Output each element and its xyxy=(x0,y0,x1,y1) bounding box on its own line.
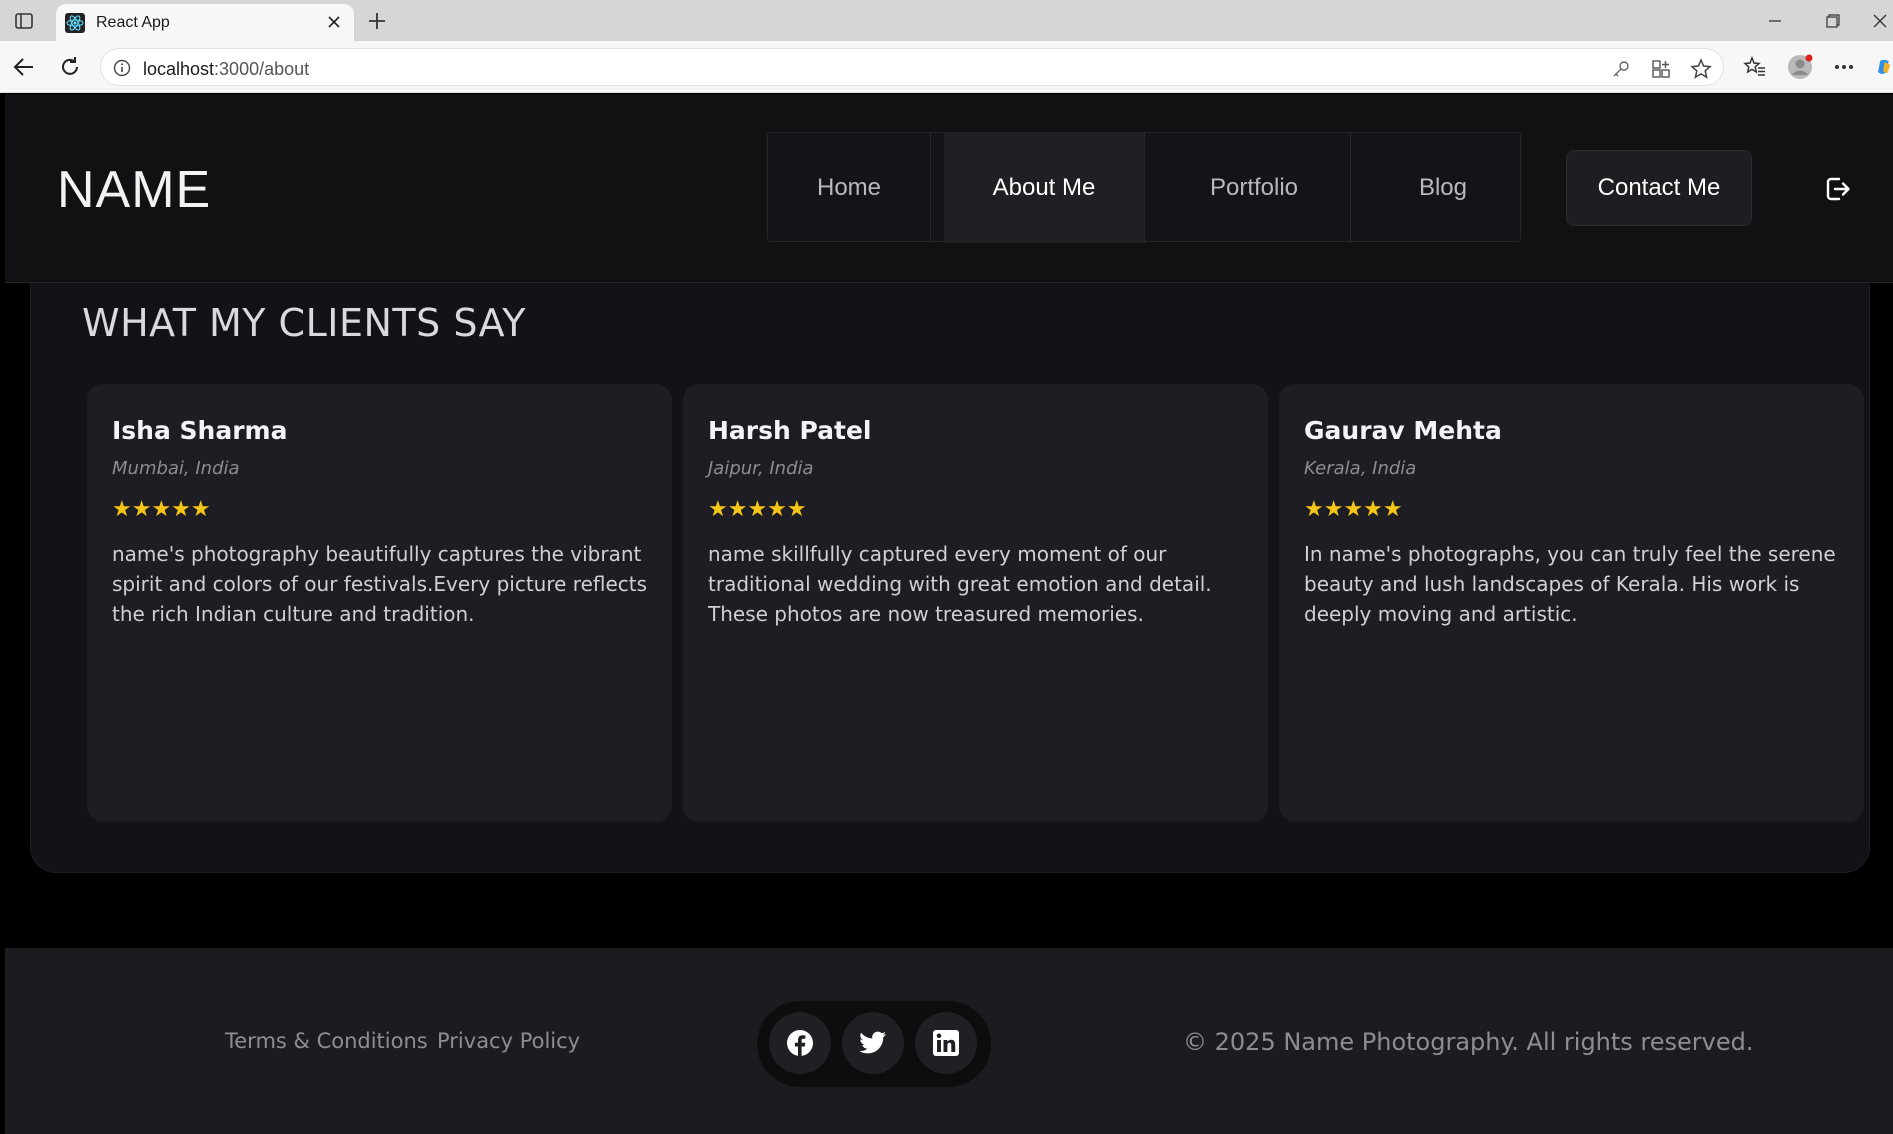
window-close-icon[interactable] xyxy=(1873,8,1893,34)
back-icon[interactable] xyxy=(10,53,38,81)
minimize-icon[interactable] xyxy=(1761,8,1789,34)
react-favicon xyxy=(65,13,85,33)
client-location: Jaipur, India xyxy=(708,458,814,479)
nav-about[interactable]: About Me xyxy=(944,133,1145,243)
address-bar: localhost:3000/about xyxy=(0,41,1893,93)
testimonial-text: name's photography beautifully captures … xyxy=(112,542,648,626)
testimonial-card: Harsh Patel Jaipur, India ★★★★★ name ski… xyxy=(683,384,1268,822)
contact-button[interactable]: Contact Me xyxy=(1566,150,1752,226)
testimonial-card: Isha Sharma Mumbai, India ★★★★★ name's p… xyxy=(87,384,672,822)
client-name: Isha Sharma xyxy=(112,416,288,445)
url-field[interactable]: localhost:3000/about xyxy=(100,48,1724,86)
nav-links: Home About Me Portfolio Blog xyxy=(767,132,1522,243)
key-icon[interactable] xyxy=(1610,58,1632,80)
twitter-icon[interactable] xyxy=(842,1012,904,1074)
tab-title: React App xyxy=(96,14,170,31)
reload-icon[interactable] xyxy=(56,53,84,81)
copyright-text: © 2025 Name Photography. All rights rese… xyxy=(1183,1028,1754,1056)
nav-blog[interactable]: Blog xyxy=(1364,133,1522,243)
testimonial-card: Gaurav Mehta Kerala, India ★★★★★ In name… xyxy=(1279,384,1864,822)
more-icon[interactable] xyxy=(1831,54,1857,80)
nav-portfolio[interactable]: Portfolio xyxy=(1158,133,1351,243)
star-rating: ★★★★★ xyxy=(708,496,807,521)
sidebar-toggle-icon[interactable] xyxy=(12,10,36,32)
close-icon[interactable] xyxy=(324,12,344,32)
site-logo[interactable]: NAME xyxy=(57,160,211,220)
testimonials-section: WHAT MY CLIENTS SAY Isha Sharma Mumbai, … xyxy=(30,283,1870,873)
client-location: Kerala, India xyxy=(1304,458,1417,479)
nav-home[interactable]: Home xyxy=(768,133,931,243)
client-name: Harsh Patel xyxy=(708,416,872,445)
linkedin-icon[interactable] xyxy=(915,1012,977,1074)
facebook-icon[interactable] xyxy=(769,1012,831,1074)
restore-icon[interactable] xyxy=(1819,8,1847,34)
privacy-link[interactable]: Privacy Policy xyxy=(437,1029,580,1053)
star-rating: ★★★★★ xyxy=(1304,496,1403,521)
client-location: Mumbai, India xyxy=(112,458,240,479)
copilot-icon[interactable] xyxy=(1876,54,1893,80)
url-text: localhost:3000/about xyxy=(143,59,310,79)
star-rating: ★★★★★ xyxy=(112,496,211,521)
star-icon[interactable] xyxy=(1690,58,1712,80)
info-icon[interactable] xyxy=(113,59,131,77)
client-name: Gaurav Mehta xyxy=(1304,416,1502,445)
terms-link[interactable]: Terms & Conditions xyxy=(225,1029,428,1053)
favorites-icon[interactable] xyxy=(1742,54,1768,80)
site-footer: Terms & Conditions Privacy Policy © 2025… xyxy=(5,948,1893,1134)
site-navbar: NAME Home About Me Portfolio Blog Contac… xyxy=(5,94,1893,283)
apps-icon[interactable] xyxy=(1650,58,1672,80)
testimonial-text: In name's photographs, you can truly fee… xyxy=(1304,542,1836,626)
testimonial-text: name skillfully captured every moment of… xyxy=(708,542,1212,626)
browser-tab-bar: React App xyxy=(0,0,1893,41)
social-links xyxy=(757,1001,991,1087)
plus-icon[interactable] xyxy=(364,8,390,34)
section-title: WHAT MY CLIENTS SAY xyxy=(82,301,526,345)
profile-icon[interactable] xyxy=(1787,54,1813,80)
page: NAME Home About Me Portfolio Blog Contac… xyxy=(5,94,1893,1134)
browser-tab[interactable]: React App xyxy=(56,4,354,41)
logout-icon[interactable] xyxy=(1822,174,1852,204)
